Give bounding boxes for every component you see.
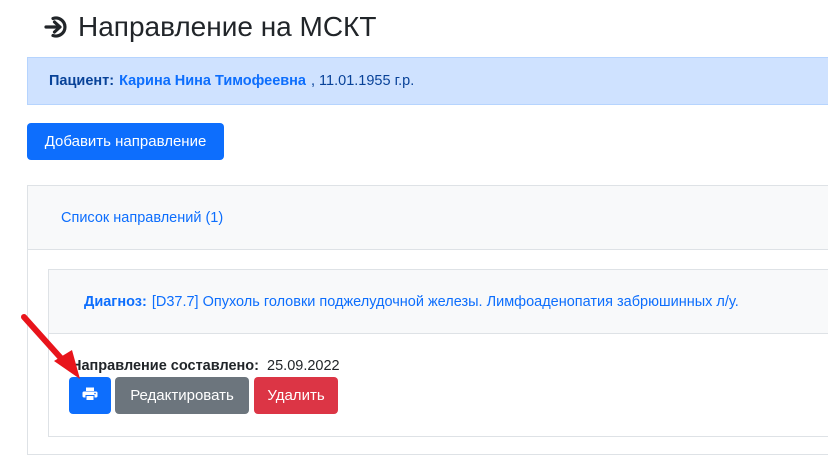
referrals-list-header: Список направлений (1) [28,186,828,250]
compiled-label: Направление составлено: [71,358,259,374]
page-title: Направление на МСКТ [44,6,376,48]
referrals-card: Список направлений (1) Диагноз: [D37.7] … [27,185,828,455]
delete-button[interactable]: Удалить [254,377,338,414]
sign-in-icon [44,15,70,39]
patient-name-link[interactable]: Карина Нина Тимофеевна [119,73,306,89]
patient-info-bar: Пациент: Карина Нина Тимофеевна , 11.01.… [27,57,828,105]
referrals-list-link[interactable]: Список направлений (1) [61,210,223,226]
patient-label: Пациент: [49,73,115,89]
red-arrow-icon [21,314,80,379]
compiled-date: 25.09.2022 [267,358,340,374]
diagnosis-label: Диагноз: [84,293,147,310]
edit-button[interactable]: Редактировать [115,377,249,414]
referral-compiled-info: Направление составлено: 25.09.2022 [71,358,340,374]
add-referral-button[interactable]: Добавить направление [27,123,224,160]
diagnosis-header: Диагноз: [D37.7] Опухоль головки поджелу… [49,270,828,334]
page-title-text: Направление на МСКТ [78,11,377,42]
patient-dob: , 11.01.1955 г.р. [311,73,415,89]
diagnosis-text: [D37.7] Опухоль головки поджелудочной же… [151,293,739,310]
printer-icon [82,387,98,405]
